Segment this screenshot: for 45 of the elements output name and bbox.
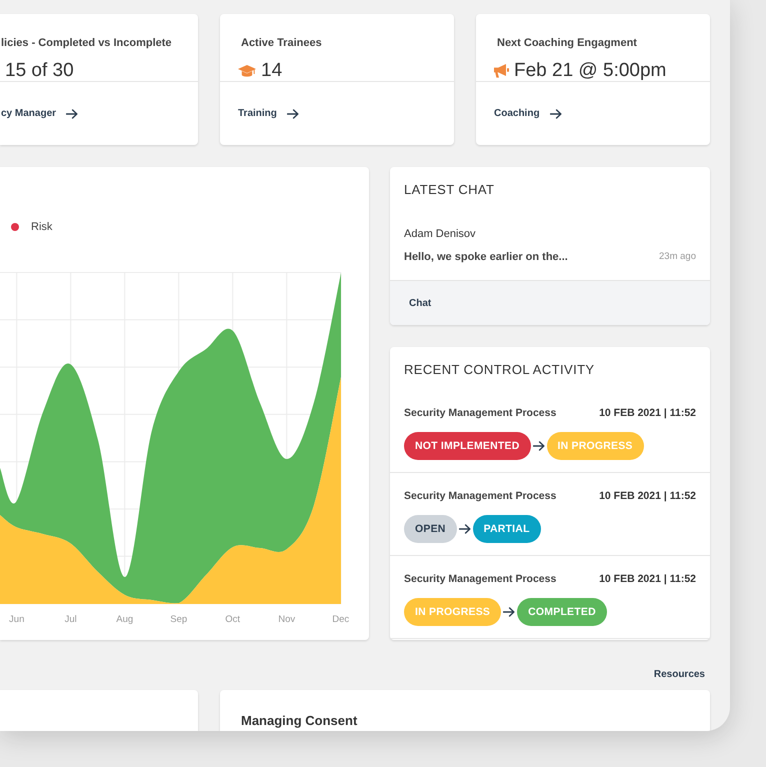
sender-name: Adam Denisov bbox=[404, 228, 476, 240]
arrow-right-icon bbox=[503, 607, 516, 617]
card-title: Active Trainees bbox=[241, 37, 322, 49]
status-badge: PARTIAL bbox=[472, 515, 541, 543]
stat-value: 15 of 30 bbox=[5, 59, 74, 83]
resource-title: Managing Consent bbox=[241, 713, 358, 728]
graduation-cap-icon bbox=[238, 64, 256, 78]
arrow-right-icon bbox=[286, 108, 299, 118]
process-name: Security Management Process bbox=[404, 489, 556, 503]
message-time: 23m ago bbox=[659, 250, 696, 264]
status-badge: OPEN bbox=[404, 515, 457, 543]
status-badge: COMPLETED bbox=[517, 598, 607, 626]
card-title: RECENT CONTROL ACTIVITY bbox=[404, 362, 595, 377]
card-title: Next Coaching Engagment bbox=[497, 37, 637, 49]
x-axis-label: Sep bbox=[170, 614, 188, 625]
card-title: LATEST CHAT bbox=[404, 182, 494, 197]
resources-link[interactable]: Resources bbox=[654, 668, 705, 682]
arrow-right-icon bbox=[532, 441, 544, 451]
activity-date: 10 FEB 2021 | 11:52 bbox=[599, 406, 696, 420]
activity-date: 10 FEB 2021 | 11:52 bbox=[599, 489, 696, 503]
footer-link[interactable]: cy Manager bbox=[1, 107, 78, 120]
x-axis-label: Oct bbox=[225, 614, 240, 625]
x-axis-label: Nov bbox=[278, 614, 296, 625]
megaphone-icon bbox=[494, 64, 509, 78]
x-axis-label: Aug bbox=[116, 614, 134, 625]
chat-link[interactable]: Chat bbox=[409, 296, 432, 310]
x-axis-label: Dec bbox=[332, 614, 350, 625]
status-badge: IN PROGRESS bbox=[546, 432, 644, 460]
activity-date: 10 FEB 2021 | 11:52 bbox=[599, 572, 696, 586]
card-title: licies - Completed vs Incomplete bbox=[1, 37, 172, 49]
legend-label: Risk bbox=[31, 220, 52, 234]
message-preview: Hello, we spoke earlier on the... bbox=[404, 250, 568, 264]
arrow-right-icon bbox=[550, 108, 562, 118]
process-name: Security Management Process bbox=[404, 406, 556, 420]
stat-value: 14 bbox=[261, 59, 282, 83]
footer-link[interactable]: Coaching bbox=[494, 107, 562, 120]
status-badge: NOT IMPLEMENTED bbox=[404, 432, 530, 460]
process-name: Security Management Process bbox=[404, 572, 556, 586]
status-badge: IN PROGRESS bbox=[404, 598, 502, 626]
footer-link[interactable]: Training bbox=[238, 107, 299, 120]
x-axis-label: Jun bbox=[9, 614, 24, 625]
arrow-right-icon bbox=[458, 524, 471, 534]
arrow-right-icon bbox=[66, 108, 78, 118]
stat-value: Feb 21 @ 5:00pm bbox=[514, 59, 666, 83]
x-axis-label: Jul bbox=[64, 614, 77, 625]
